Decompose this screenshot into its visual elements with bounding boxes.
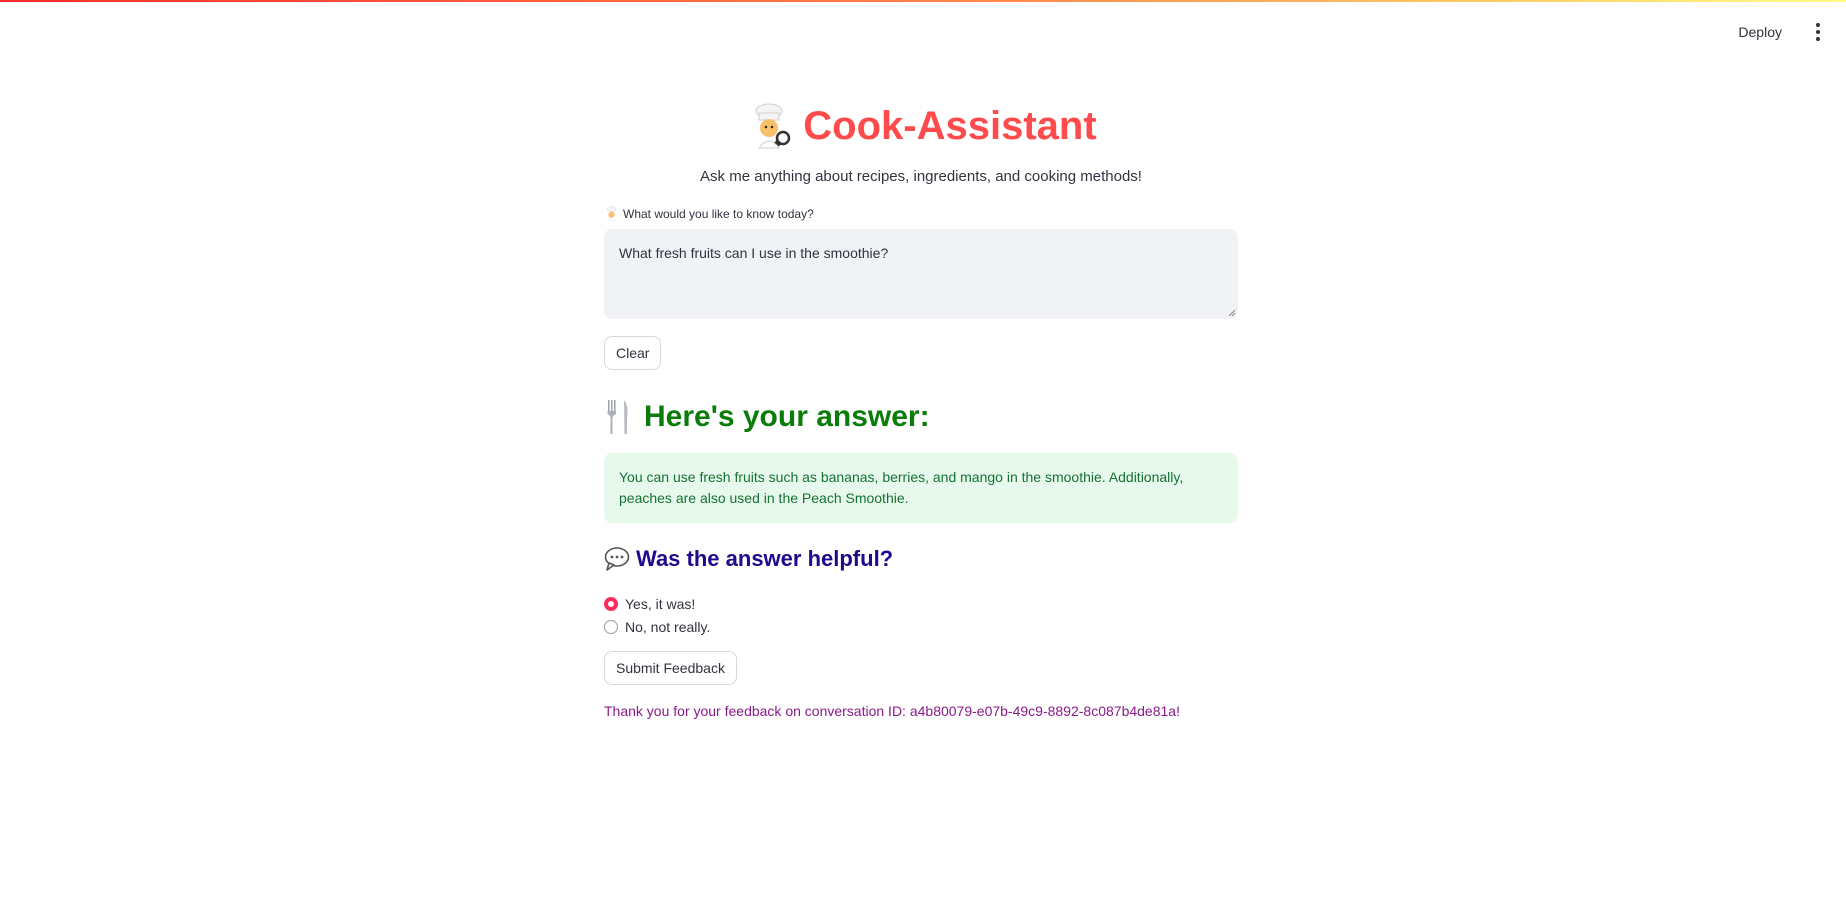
page-title-text: Cook-Assistant: [803, 103, 1097, 148]
radio-option-no[interactable]: No, not really.: [604, 615, 710, 638]
question-label: What would you like to know today?: [604, 206, 814, 221]
top-decoration-bar: [0, 0, 1846, 2]
submit-feedback-button[interactable]: Submit Feedback: [604, 651, 737, 685]
speech-bubble-icon: [604, 547, 630, 571]
radio-button-no[interactable]: [604, 619, 618, 634]
radio-label-yes: Yes, it was!: [625, 595, 696, 612]
chef-icon: [755, 103, 791, 149]
answer-heading-text: Here's your answer:: [644, 400, 930, 433]
feedback-heading: Was the answer helpful?: [604, 546, 893, 572]
deploy-button[interactable]: Deploy: [1732, 20, 1788, 44]
question-textarea-wrapper: What fresh fruits can I use in the smoot…: [604, 229, 1238, 319]
answer-box: You can use fresh fruits such as bananas…: [604, 453, 1238, 523]
page-title: Cook-Assistant: [745, 102, 1097, 150]
feedback-thanks-message: Thank you for your feedback on conversat…: [604, 703, 1180, 719]
feedback-radio-group: Yes, it was! No, not really.: [604, 592, 710, 638]
question-textarea[interactable]: What fresh fruits can I use in the smoot…: [604, 229, 1238, 319]
radio-option-yes[interactable]: Yes, it was!: [604, 592, 710, 615]
answer-heading: Here's your answer:: [604, 398, 930, 436]
resize-handle-icon[interactable]: [1228, 309, 1236, 317]
top-toolbar: Deploy: [1732, 20, 1826, 44]
more-vertical-icon[interactable]: [1810, 21, 1826, 43]
title-row: Cook-Assistant: [604, 102, 1238, 155]
clear-button[interactable]: Clear: [604, 336, 662, 370]
chef-icon: [606, 206, 617, 221]
radio-label-no: No, not really.: [625, 618, 711, 635]
cutlery-icon: [607, 400, 628, 434]
question-label-text: What would you like to know today?: [623, 206, 814, 221]
feedback-heading-text: Was the answer helpful?: [636, 546, 894, 571]
page-subtitle: Ask me anything about recipes, ingredien…: [700, 168, 1142, 185]
radio-button-yes[interactable]: [604, 596, 618, 611]
